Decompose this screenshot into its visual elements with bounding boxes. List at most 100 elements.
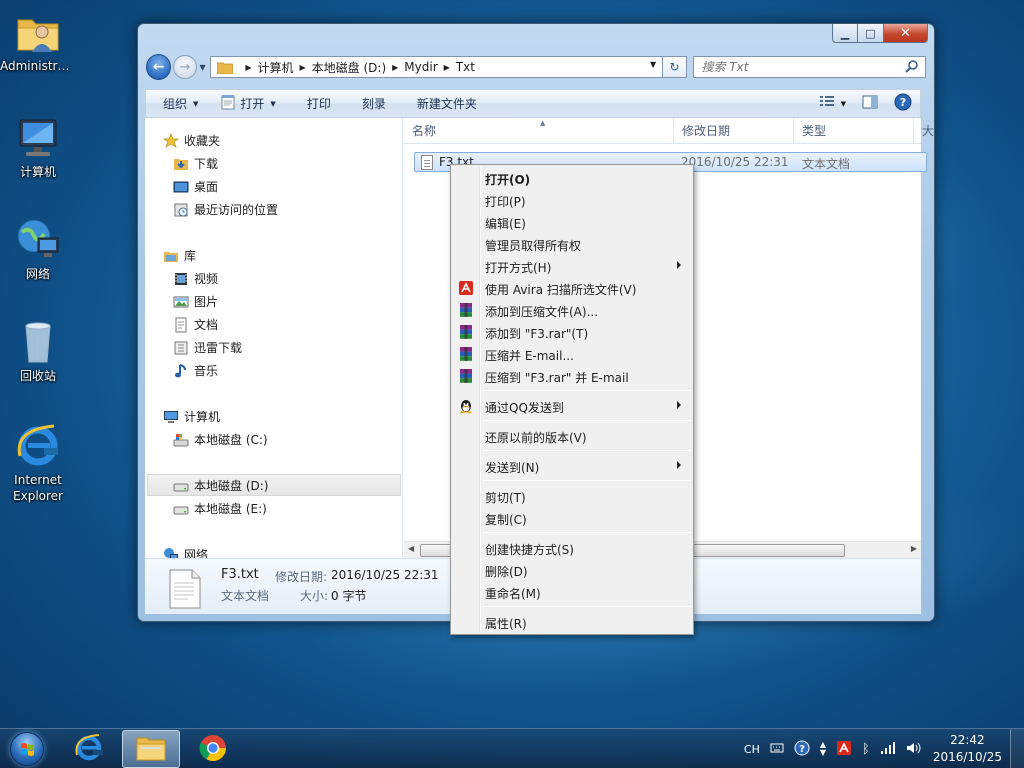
keyboard-icon[interactable]	[770, 742, 784, 757]
menu-copy[interactable]: 复制(C)	[453, 507, 691, 529]
nav-music[interactable]: 音乐	[173, 362, 218, 379]
close-button[interactable]: ✕	[884, 24, 928, 43]
signal-icon[interactable]	[880, 741, 896, 758]
forward-button[interactable]: →	[173, 55, 197, 79]
organize-button[interactable]: 组织 ▼	[146, 90, 212, 117]
desktop-icon-computer[interactable]: 计算机	[0, 114, 76, 180]
nav-videos[interactable]: 视频	[173, 270, 218, 287]
menu-compress-email[interactable]: 压缩并 E-mail...	[453, 343, 691, 365]
desktop-icon-network[interactable]: 网络	[0, 216, 76, 282]
column-name[interactable]: 名称	[404, 118, 674, 144]
breadcrumb-separator-icon[interactable]: ▶	[392, 63, 398, 72]
search-box[interactable]	[692, 56, 926, 78]
nav-drive-c[interactable]: 本地磁盘 (C:)	[173, 431, 268, 448]
breadcrumb-drive-d[interactable]: 本地磁盘 (D:)	[312, 59, 386, 76]
language-indicator[interactable]: CH	[744, 743, 760, 756]
menu-avira-scan[interactable]: 使用 Avira 扫描所选文件(V)	[453, 277, 691, 299]
nav-desktop[interactable]: 桌面	[173, 178, 218, 195]
libraries-icon	[163, 248, 179, 264]
taskbar-ie-button[interactable]	[60, 730, 118, 768]
column-date-modified[interactable]: 修改日期	[674, 118, 794, 144]
tray-updown-icon[interactable]: ▲ ▼	[820, 741, 826, 757]
nav-drive-e[interactable]: 本地磁盘 (E:)	[173, 500, 267, 517]
nav-libraries[interactable]: 库	[163, 247, 196, 264]
start-button[interactable]	[4, 729, 48, 768]
menu-create-shortcut[interactable]: 创建快捷方式(S)	[453, 537, 691, 559]
nav-pictures[interactable]: 图片	[173, 293, 218, 310]
volume-icon[interactable]	[906, 741, 922, 758]
avira-tray-icon[interactable]	[836, 740, 852, 759]
menu-compress-rar-email[interactable]: 压缩到 "F3.rar" 并 E-mail	[453, 365, 691, 387]
breadcrumb-mydir[interactable]: Mydir	[404, 60, 437, 74]
refresh-icon: ↻	[669, 60, 680, 74]
recent-pages-dropdown[interactable]: ▼	[197, 63, 209, 72]
menu-compress-rar-email-label: 压缩到 "F3.rar" 并 E-mail	[485, 371, 629, 385]
refresh-button[interactable]: ↻	[663, 56, 687, 78]
menu-rename[interactable]: 重命名(M)	[453, 581, 691, 603]
nav-favorites[interactable]: 收藏夹	[162, 132, 220, 149]
desktop-icon-user-folder[interactable]: Administra...	[0, 8, 76, 74]
windows-logo-icon	[10, 732, 44, 766]
menu-delete[interactable]: 删除(D)	[453, 559, 691, 581]
scroll-left-icon[interactable]: ◀	[408, 544, 414, 553]
maximize-button[interactable]: □	[858, 24, 884, 43]
breadcrumb-txt[interactable]: Txt	[456, 60, 475, 74]
search-icon[interactable]	[905, 59, 919, 76]
downloads-folder-icon	[173, 156, 189, 172]
clock[interactable]: 22:42 2016/10/25	[933, 732, 1002, 766]
menu-send-to[interactable]: 发送到(N)	[453, 455, 691, 477]
taskbar-explorer-button[interactable]	[122, 730, 180, 768]
nav-downloads[interactable]: 下载	[173, 155, 218, 172]
back-button[interactable]: ←	[146, 54, 172, 80]
desktop-icon-ie[interactable]: Internet Explorer	[0, 422, 76, 504]
forward-arrow-icon: →	[179, 59, 191, 75]
burn-button[interactable]: 刻录	[345, 90, 400, 117]
breadcrumb-separator-icon[interactable]: ▶	[245, 63, 251, 72]
menu-send-via-qq[interactable]: 通过QQ发送到	[453, 395, 691, 417]
menu-restore-previous-versions[interactable]: 还原以前的版本(V)	[453, 425, 691, 447]
nav-xunlei-downloads[interactable]: 迅雷下载	[173, 339, 242, 356]
column-type[interactable]: 类型	[794, 118, 914, 144]
nav-recent-places[interactable]: 最近访问的位置	[173, 201, 278, 218]
breadcrumb-separator-icon[interactable]: ▶	[300, 63, 306, 72]
show-desktop-button[interactable]	[1010, 729, 1024, 768]
menu-edit[interactable]: 编辑(E)	[453, 211, 691, 233]
desktop-icon-label: 回收站	[19, 369, 56, 383]
address-dropdown-icon[interactable]: ▼	[650, 60, 656, 69]
breadcrumb-computer[interactable]: 计算机	[258, 59, 294, 76]
new-folder-button[interactable]: 新建文件夹	[400, 90, 491, 117]
taskbar-chrome-button[interactable]	[184, 730, 242, 768]
breadcrumb-separator-icon[interactable]: ▶	[444, 63, 450, 72]
open-button[interactable]: 打开 ▼	[212, 90, 289, 117]
scroll-right-icon[interactable]: ▶	[911, 544, 917, 553]
menu-properties[interactable]: 属性(R)	[453, 611, 691, 633]
avira-icon	[458, 280, 474, 296]
help-icon[interactable]: ?	[894, 93, 912, 114]
menu-add-to-rar[interactable]: 添加到 "F3.rar"(T)	[453, 321, 691, 343]
view-options-icon[interactable]	[819, 95, 835, 112]
address-bar[interactable]: ▶ 计算机 ▶ 本地磁盘 (D:) ▶ Mydir ▶ Txt ▼	[210, 56, 664, 78]
desktop-icon-recycle-bin[interactable]: 回收站	[0, 318, 76, 384]
bluetooth-icon[interactable]: ᛒ	[862, 742, 870, 757]
menu-delete-label: 删除(D)	[485, 565, 528, 579]
help-tray-icon[interactable]: ?	[794, 740, 810, 759]
search-input[interactable]	[701, 60, 902, 74]
menu-print[interactable]: 打印(P)	[453, 189, 691, 211]
column-size[interactable]: 大	[914, 118, 944, 144]
nav-xunlei-label: 迅雷下载	[194, 341, 243, 355]
menu-take-ownership[interactable]: 管理员取得所有权	[453, 233, 691, 255]
clock-time: 22:42	[950, 733, 985, 747]
print-button[interactable]: 打印	[290, 90, 345, 117]
menu-add-to-archive[interactable]: 添加到压缩文件(A)...	[453, 299, 691, 321]
chevron-down-icon[interactable]: ▼	[841, 100, 846, 108]
menu-open-with[interactable]: 打开方式(H)	[453, 255, 691, 277]
nav-computer[interactable]: 计算机	[163, 408, 220, 425]
menu-open[interactable]: 打开(O)	[453, 167, 691, 189]
menu-cut[interactable]: 剪切(T)	[453, 485, 691, 507]
details-size-value: 0 字节	[331, 589, 367, 603]
minimize-button[interactable]: ▁	[832, 24, 858, 43]
preview-pane-icon[interactable]	[862, 95, 878, 112]
nav-drive-d[interactable]: 本地磁盘 (D:)	[173, 477, 268, 494]
nav-documents[interactable]: 文档	[173, 316, 218, 333]
window-controls: ▁ □ ✕	[832, 24, 928, 43]
